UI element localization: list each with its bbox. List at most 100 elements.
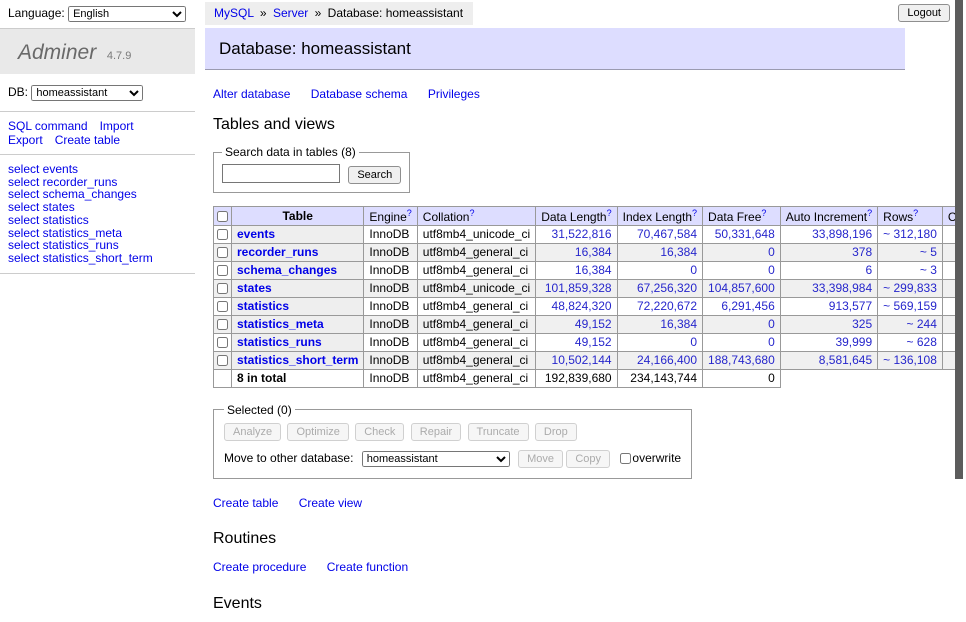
auto-increment-cell[interactable]: 325 bbox=[780, 315, 877, 333]
table-link[interactable]: events bbox=[237, 227, 275, 241]
row-checkbox[interactable] bbox=[217, 247, 228, 258]
auto-increment-cell[interactable]: 33,398,984 bbox=[780, 279, 877, 297]
table-link[interactable]: statistics_meta bbox=[237, 317, 324, 331]
language-select[interactable]: English bbox=[68, 6, 186, 22]
data-free-cell[interactable]: 0 bbox=[703, 333, 781, 351]
sidebar-item-select-statistics[interactable]: select statistics bbox=[8, 214, 195, 227]
drop-button[interactable]: Drop bbox=[535, 423, 577, 441]
sidebar-item-select-events[interactable]: select events bbox=[8, 163, 195, 176]
rows-cell[interactable]: ~ 3 bbox=[878, 261, 943, 279]
help-link[interactable]: ? bbox=[761, 208, 766, 218]
engine-cell: InnoDB bbox=[364, 243, 417, 261]
select-all-checkbox[interactable] bbox=[217, 211, 228, 222]
sidebar-item-select-states[interactable]: select states bbox=[8, 201, 195, 214]
row-checkbox[interactable] bbox=[217, 319, 228, 330]
rows-cell[interactable]: ~ 628 bbox=[878, 333, 943, 351]
data-length-cell[interactable]: 49,152 bbox=[536, 315, 617, 333]
db-select[interactable]: homeassistant bbox=[31, 85, 143, 101]
table-link[interactable]: states bbox=[237, 281, 272, 295]
truncate-button[interactable]: Truncate bbox=[468, 423, 529, 441]
repair-button[interactable]: Repair bbox=[411, 423, 461, 441]
data-length-cell[interactable]: 16,384 bbox=[536, 261, 617, 279]
data-length-cell[interactable]: 31,522,816 bbox=[536, 225, 617, 243]
auto-increment-cell[interactable]: 6 bbox=[780, 261, 877, 279]
row-checkbox[interactable] bbox=[217, 301, 228, 312]
data-free-cell[interactable]: 0 bbox=[703, 315, 781, 333]
rows-cell[interactable]: ~ 136,108 bbox=[878, 351, 943, 369]
rows-cell[interactable]: ~ 299,833 bbox=[878, 279, 943, 297]
search-input[interactable] bbox=[222, 164, 340, 183]
alter-database-link[interactable]: Alter database bbox=[213, 87, 290, 101]
privileges-link[interactable]: Privileges bbox=[428, 87, 480, 101]
auto-increment-cell[interactable]: 33,898,196 bbox=[780, 225, 877, 243]
sidebar-link-create-table[interactable]: Create table bbox=[55, 133, 120, 147]
index-length-cell[interactable]: 0 bbox=[617, 333, 702, 351]
create-table-link[interactable]: Create table bbox=[213, 496, 278, 510]
sidebar-link-sql-command[interactable]: SQL command bbox=[8, 119, 88, 133]
help-link[interactable]: ? bbox=[469, 208, 474, 218]
auto-increment-cell[interactable]: 8,581,645 bbox=[780, 351, 877, 369]
auto-increment-cell[interactable]: 378 bbox=[780, 243, 877, 261]
help-link[interactable]: ? bbox=[913, 208, 918, 218]
analyze-button[interactable]: Analyze bbox=[224, 423, 281, 441]
data-free-cell[interactable]: 0 bbox=[703, 261, 781, 279]
table-link[interactable]: statistics_runs bbox=[237, 335, 322, 349]
row-checkbox[interactable] bbox=[217, 355, 228, 366]
rows-cell[interactable]: ~ 312,180 bbox=[878, 225, 943, 243]
data-free-cell[interactable]: 50,331,648 bbox=[703, 225, 781, 243]
database-schema-link[interactable]: Database schema bbox=[311, 87, 408, 101]
index-length-cell[interactable]: 0 bbox=[617, 261, 702, 279]
auto-increment-cell[interactable]: 39,999 bbox=[780, 333, 877, 351]
table-link[interactable]: statistics_short_term bbox=[237, 353, 358, 367]
search-button[interactable]: Search bbox=[348, 166, 401, 184]
data-length-cell[interactable]: 48,824,320 bbox=[536, 297, 617, 315]
index-length-cell[interactable]: 24,166,400 bbox=[617, 351, 702, 369]
row-checkbox[interactable] bbox=[217, 229, 228, 240]
index-length-cell[interactable]: 67,256,320 bbox=[617, 279, 702, 297]
auto-increment-cell[interactable]: 913,577 bbox=[780, 297, 877, 315]
index-length-cell[interactable]: 16,384 bbox=[617, 243, 702, 261]
data-free-cell[interactable]: 104,857,600 bbox=[703, 279, 781, 297]
data-length-cell[interactable]: 16,384 bbox=[536, 243, 617, 261]
index-length-cell[interactable]: 70,467,584 bbox=[617, 225, 702, 243]
create-function-link[interactable]: Create function bbox=[327, 560, 408, 574]
rows-cell[interactable]: ~ 244 bbox=[878, 315, 943, 333]
index-length-cell[interactable]: 72,220,672 bbox=[617, 297, 702, 315]
data-free-cell[interactable]: 6,291,456 bbox=[703, 297, 781, 315]
sidebar-link-import[interactable]: Import bbox=[100, 119, 134, 133]
table-link[interactable]: recorder_runs bbox=[237, 245, 318, 259]
data-length-cell[interactable]: 101,859,328 bbox=[536, 279, 617, 297]
check-button[interactable]: Check bbox=[355, 423, 404, 441]
total-data-free-cell: 0 bbox=[703, 369, 781, 387]
optimize-button[interactable]: Optimize bbox=[287, 423, 348, 441]
data-length-cell[interactable]: 10,502,144 bbox=[536, 351, 617, 369]
data-free-cell[interactable]: 0 bbox=[703, 243, 781, 261]
rows-cell[interactable]: ~ 569,159 bbox=[878, 297, 943, 315]
logout-button[interactable]: Logout bbox=[898, 4, 950, 22]
engine-cell: InnoDB bbox=[364, 315, 417, 333]
rows-cell[interactable]: ~ 5 bbox=[878, 243, 943, 261]
move-database-select[interactable]: homeassistant bbox=[362, 451, 510, 467]
scrollbar-thumb[interactable] bbox=[955, 0, 963, 479]
table-name-cell: statistics bbox=[232, 297, 364, 315]
help-link[interactable]: ? bbox=[607, 208, 612, 218]
copy-button[interactable]: Copy bbox=[566, 450, 610, 468]
help-link[interactable]: ? bbox=[867, 208, 872, 218]
data-length-cell[interactable]: 49,152 bbox=[536, 333, 617, 351]
index-length-cell[interactable]: 16,384 bbox=[617, 315, 702, 333]
row-checkbox[interactable] bbox=[217, 283, 228, 294]
overwrite-checkbox[interactable] bbox=[620, 453, 631, 464]
table-name-cell: statistics_meta bbox=[232, 315, 364, 333]
table-link[interactable]: schema_changes bbox=[237, 263, 337, 277]
help-link[interactable]: ? bbox=[407, 208, 412, 218]
row-checkbox[interactable] bbox=[217, 337, 228, 348]
sidebar-link-export[interactable]: Export bbox=[8, 133, 43, 147]
create-procedure-link[interactable]: Create procedure bbox=[213, 560, 306, 574]
data-free-cell[interactable]: 188,743,680 bbox=[703, 351, 781, 369]
table-link[interactable]: statistics bbox=[237, 299, 289, 313]
create-view-link[interactable]: Create view bbox=[299, 496, 362, 510]
move-button[interactable]: Move bbox=[518, 450, 563, 468]
row-checkbox[interactable] bbox=[217, 265, 228, 276]
sidebar-item-select-statistics-short-term[interactable]: select statistics_short_term bbox=[8, 252, 195, 265]
help-link[interactable]: ? bbox=[692, 208, 697, 218]
